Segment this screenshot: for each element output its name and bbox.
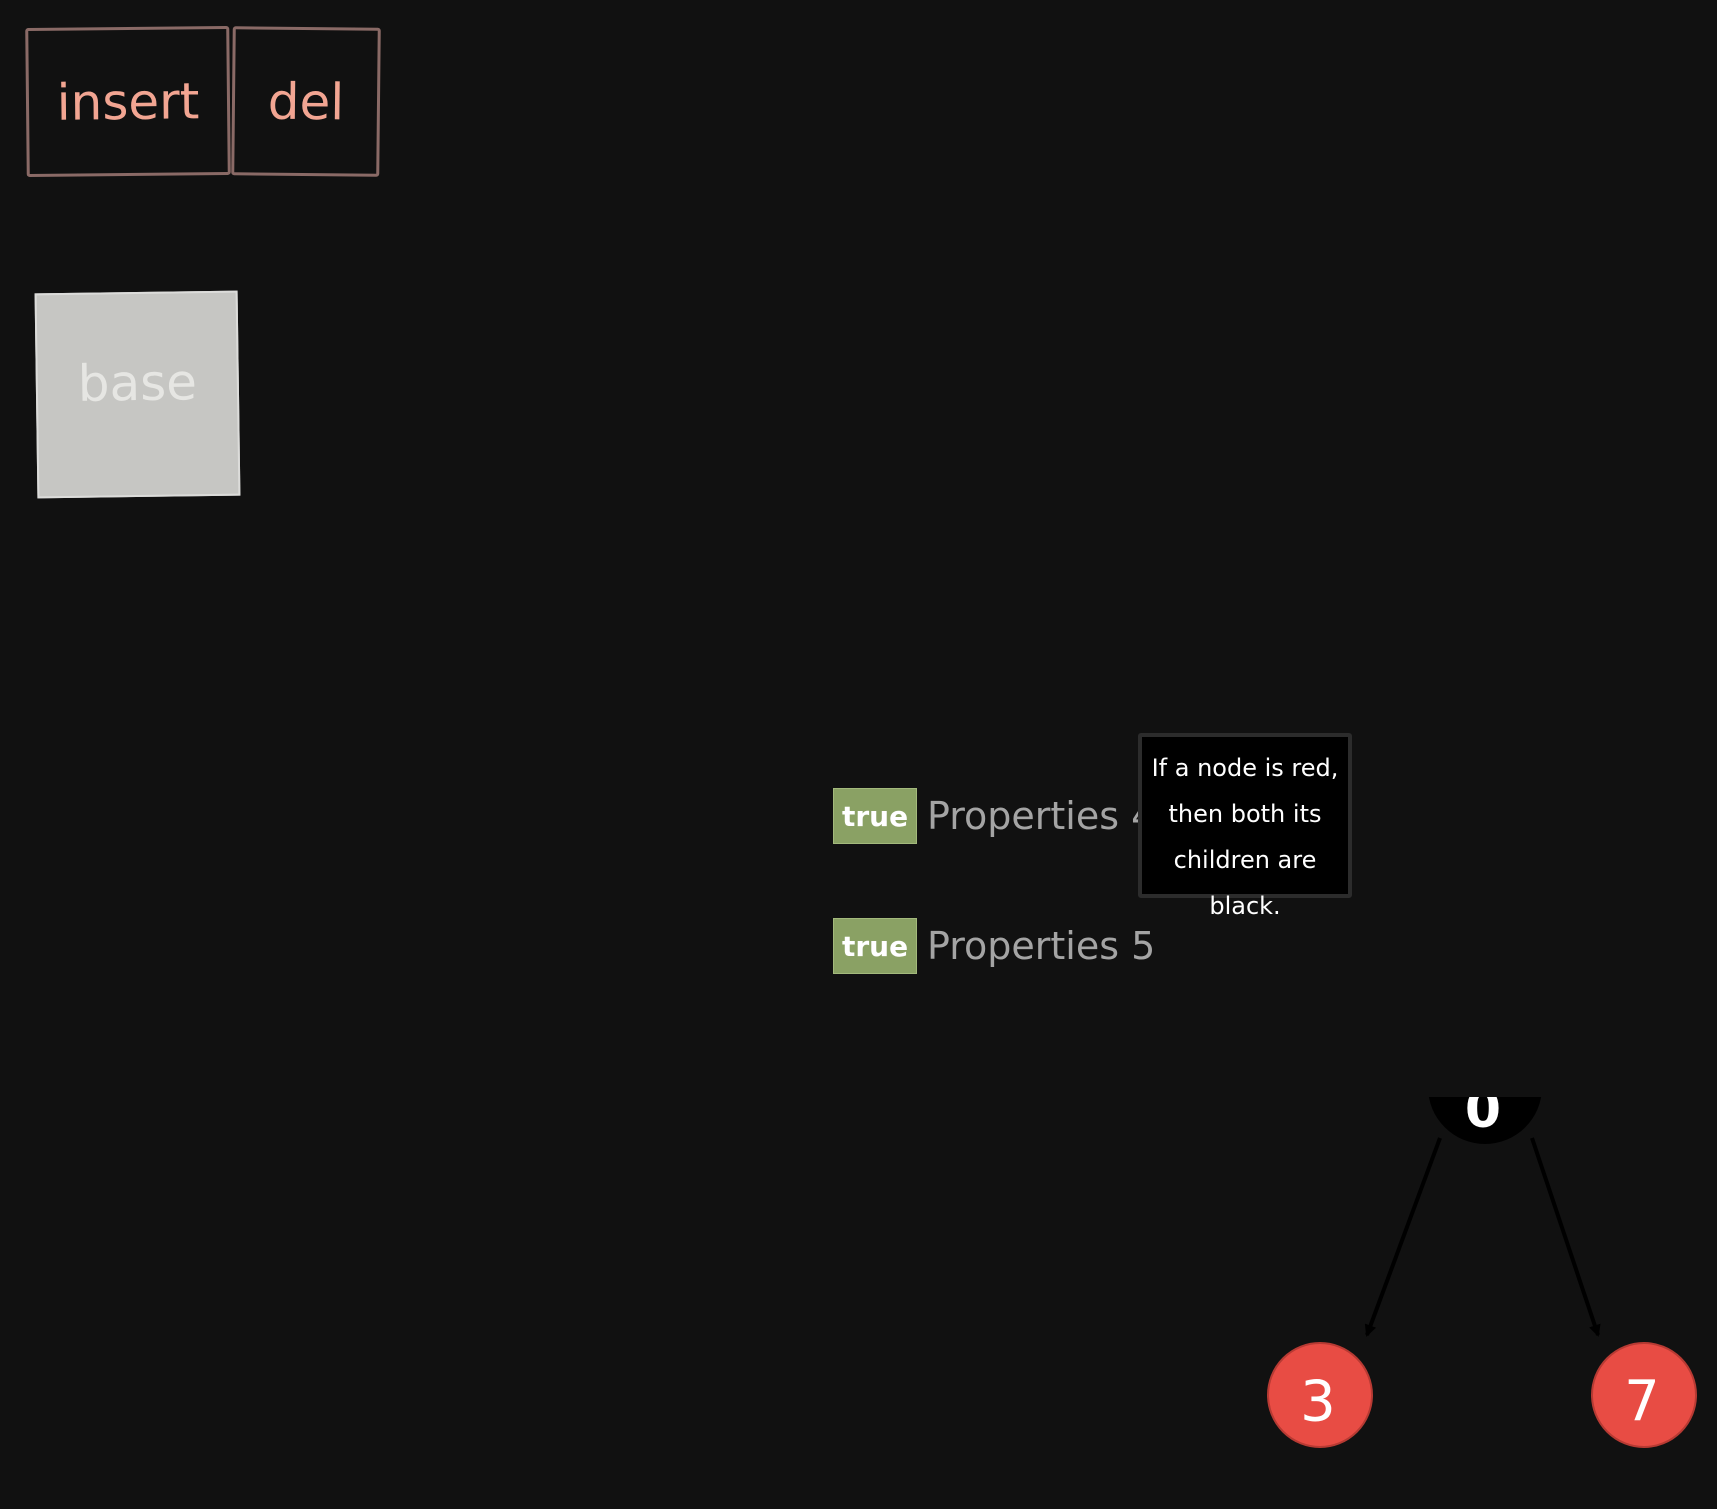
tree-diagram: 0 3 7 [1267,1030,1697,1448]
edge-root-to-right [1530,1137,1601,1337]
root-node[interactable]: 0 [1428,1030,1542,1144]
root-node-label: 0 [1465,1080,1501,1140]
edge-root-to-left [1364,1137,1442,1337]
left-child-label: 3 [1300,1370,1336,1435]
right-child-label: 7 [1624,1370,1660,1435]
left-child-node[interactable]: 3 [1267,1342,1373,1448]
right-child-node[interactable]: 7 [1591,1342,1697,1448]
